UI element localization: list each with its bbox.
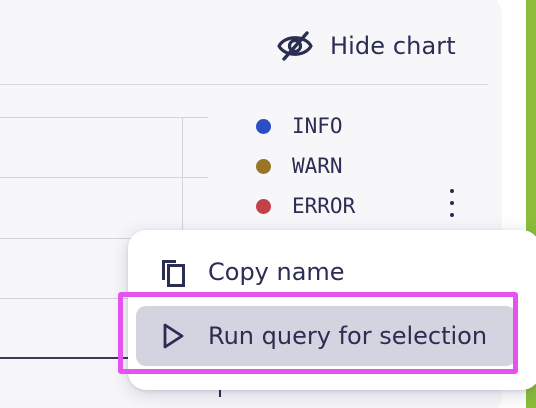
copy-name-menu-item[interactable]: Copy name [136, 242, 516, 302]
legend-dot [256, 118, 271, 134]
hide-chart-button[interactable]: Hide chart [276, 26, 456, 66]
header-divider [0, 84, 488, 85]
grid-line [0, 117, 208, 118]
legend-item-warn[interactable]: WARN [256, 146, 355, 186]
context-menu: Copy name Run query for selection [128, 230, 536, 390]
kebab-menu-icon[interactable] [440, 189, 464, 217]
copy-icon [156, 256, 188, 288]
legend-label: INFO [292, 114, 343, 138]
eye-off-icon [277, 31, 313, 61]
run-query-label: Run query for selection [208, 322, 488, 350]
copy-name-label: Copy name [208, 258, 345, 286]
hide-chart-label: Hide chart [330, 32, 456, 60]
screen: Hide chart 21:00 INFO WARN ERROR [0, 0, 536, 408]
legend-item-info[interactable]: INFO [256, 106, 355, 146]
kebab-dot [450, 213, 454, 217]
legend-item-error[interactable]: ERROR [256, 186, 355, 226]
legend-label: WARN [292, 154, 343, 178]
legend-dot [256, 158, 271, 174]
grid-line [0, 177, 208, 178]
run-query-menu-item[interactable]: Run query for selection [136, 306, 516, 366]
chart-legend: INFO WARN ERROR [256, 106, 355, 226]
kebab-dot [450, 189, 454, 193]
legend-label: ERROR [292, 194, 356, 218]
play-icon [156, 320, 188, 352]
legend-dot [256, 198, 271, 214]
kebab-dot [450, 201, 454, 205]
